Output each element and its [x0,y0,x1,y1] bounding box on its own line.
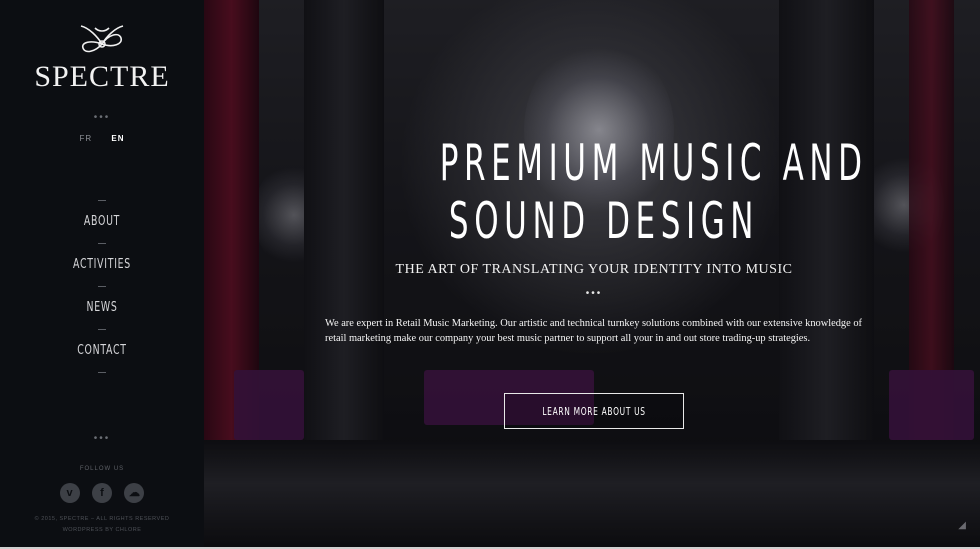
logo[interactable]: SPECTRE [0,22,204,94]
hero-section: PREMIUM MUSIC AND SOUND DESIGN THE ART O… [204,0,980,549]
brand-name: SPECTRE [34,60,170,93]
hero-description: We are expert in Retail Music Marketing.… [325,318,862,344]
hero-title-line: PREMIUM MUSIC AND [439,134,868,192]
ornamental-monogram-icon [80,25,124,53]
nav-item-news[interactable]: News [29,287,176,329]
hero-subtitle: THE ART OF TRANSLATING YOUR IDENTITY INT… [395,262,793,277]
divider-dots: ••• [585,288,603,299]
hero-title: PREMIUM MUSIC AND SOUND DESIGN [439,134,868,250]
copyright-text: © 2015, SPECTRE – ALL RIGHTS RESERVED [34,516,170,522]
credit-link[interactable]: WORDPRESS BY CHLORE [0,525,204,536]
learn-more-label: LEARN MORE ABOUT US [542,405,646,418]
divider-dots: ••• [93,112,111,123]
vimeo-icon[interactable]: v [59,483,80,503]
follow-label: FOLLOW US [79,466,125,472]
scroll-arrow-icon[interactable]: ◢ [958,520,966,531]
facebook-icon[interactable]: f [92,483,112,503]
nav-separator [98,372,106,373]
social-links: v f ☁ [0,483,204,503]
nav-item-about[interactable]: About [29,201,176,243]
language-switcher: FR EN [0,134,204,143]
hero-title-line: SOUND DESIGN [448,192,760,250]
lang-fr[interactable]: FR [79,134,92,143]
divider-dots: ••• [93,433,111,444]
footer: © 2015, SPECTRE – ALL RIGHTS RESERVED WO… [0,514,204,536]
lang-en[interactable]: EN [111,134,124,143]
nav-item-activities[interactable]: Activities [29,244,176,286]
sidebar: SPECTRE ••• FR EN About Activities News … [0,0,204,549]
soundcloud-icon[interactable]: ☁ [124,483,145,503]
learn-more-button[interactable]: LEARN MORE ABOUT US [504,393,684,429]
main-nav: About Activities News Contact [0,200,204,373]
nav-item-contact[interactable]: Contact [29,330,176,372]
